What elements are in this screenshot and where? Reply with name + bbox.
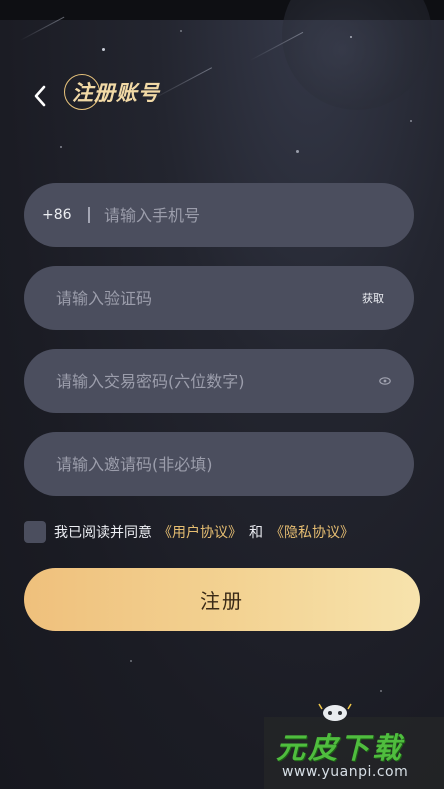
- password-input[interactable]: [54, 348, 378, 414]
- background-star: [180, 30, 182, 32]
- password-field: [24, 348, 414, 414]
- agreement-and-text: 和: [249, 525, 263, 541]
- register-button[interactable]: 注册: [24, 568, 420, 631]
- agreement-text: 我已阅读并同意: [54, 525, 152, 541]
- country-code[interactable]: +86: [42, 207, 84, 223]
- back-button[interactable]: [26, 80, 54, 112]
- background-planet: [282, 0, 432, 110]
- page-header: 注册账号: [64, 72, 160, 112]
- background-star: [410, 120, 412, 122]
- agreement-row: 我已阅读并同意 《用户协议》 和 《隐私协议》: [24, 519, 354, 545]
- get-code-button[interactable]: 获取: [362, 290, 384, 306]
- background-star: [102, 48, 105, 51]
- gamepad-mascot-icon: [318, 703, 352, 721]
- register-button-label: 注册: [200, 589, 244, 613]
- invite-code-field: [24, 431, 414, 497]
- background-star: [296, 150, 299, 153]
- background-star: [130, 660, 132, 662]
- field-divider: [88, 207, 90, 223]
- watermark-url: www.yuanpi.com: [282, 764, 409, 780]
- background-star: [60, 146, 62, 148]
- watermark: 元皮下载 www.yuanpi.com: [264, 703, 444, 789]
- background-star: [350, 36, 352, 38]
- watermark-brand: 元皮下载: [276, 731, 405, 765]
- background-star: [380, 690, 382, 692]
- chevron-left-icon: [34, 85, 46, 107]
- background-streak: [19, 16, 65, 41]
- privacy-policy-link[interactable]: 《隐私协议》: [270, 522, 354, 542]
- invite-code-input[interactable]: [54, 431, 384, 497]
- agreement-checkbox[interactable]: [24, 521, 46, 543]
- eye-icon[interactable]: [378, 376, 392, 386]
- page-title: 注册账号: [72, 80, 160, 105]
- verify-code-input[interactable]: [54, 265, 362, 331]
- phone-input[interactable]: [102, 182, 414, 248]
- phone-field: +86: [24, 182, 414, 248]
- user-agreement-link[interactable]: 《用户协议》: [158, 522, 242, 542]
- verify-code-field: 获取: [24, 265, 414, 331]
